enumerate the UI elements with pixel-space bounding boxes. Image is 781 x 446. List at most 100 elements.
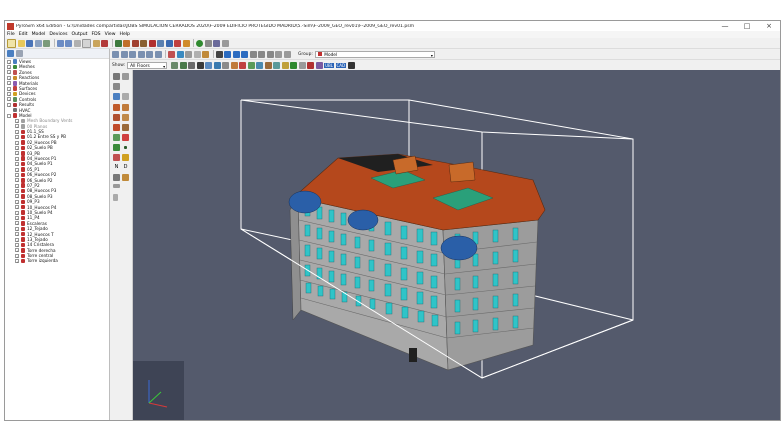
expand-toggle-icon[interactable]: + — [7, 86, 11, 92]
expand-toggle-icon[interactable]: + — [15, 216, 19, 221]
3d-viewport[interactable] — [133, 70, 780, 420]
texture-icon[interactable] — [176, 50, 184, 58]
roam-icon[interactable] — [232, 50, 240, 58]
orbit-icon[interactable] — [224, 50, 231, 58]
zoom-box-icon[interactable] — [258, 50, 265, 58]
delete-icon[interactable] — [101, 39, 108, 47]
reaction-icon[interactable] — [123, 39, 130, 47]
expand-toggle-icon[interactable]: + — [15, 242, 19, 248]
run-fds-icon[interactable] — [196, 39, 203, 47]
expand-toggle-icon[interactable]: + — [15, 210, 19, 216]
duct-tool-icon[interactable]: D — [122, 164, 129, 171]
draw-wall-icon[interactable] — [113, 114, 120, 121]
menu-model[interactable]: Model — [30, 32, 48, 37]
color-mode-icon[interactable] — [168, 50, 175, 58]
draw-fire-icon[interactable] — [113, 144, 120, 151]
select-icon[interactable] — [215, 50, 223, 58]
device-tool-icon[interactable] — [281, 61, 289, 69]
view-bottom-icon[interactable] — [154, 50, 162, 58]
view-icon[interactable] — [7, 50, 14, 57]
expand-toggle-icon[interactable]: + — [15, 140, 19, 146]
floor-icon[interactable] — [171, 61, 179, 69]
hole-icon[interactable] — [196, 61, 204, 69]
menu-output[interactable]: Output — [70, 32, 90, 37]
expand-toggle-icon[interactable]: + — [7, 70, 11, 75]
link-icon[interactable] — [315, 61, 323, 69]
draw-slab-icon[interactable] — [122, 114, 129, 121]
menu-devices[interactable]: Devices — [47, 32, 69, 37]
pencil-icon[interactable] — [239, 61, 247, 69]
cylinder-icon[interactable] — [273, 61, 281, 69]
copy-icon[interactable] — [82, 38, 91, 48]
view-right-icon[interactable] — [146, 50, 153, 58]
point-icon[interactable] — [124, 146, 127, 149]
draw-mesh-icon[interactable] — [113, 134, 120, 141]
paste-icon[interactable] — [92, 39, 100, 47]
view-left-icon[interactable] — [137, 50, 145, 58]
material-icon[interactable] — [131, 39, 139, 47]
show-icon[interactable] — [122, 93, 129, 100]
paint-icon[interactable] — [122, 174, 129, 181]
draw-sprinkler-icon[interactable] — [122, 154, 129, 161]
expand-toggle-icon[interactable]: + — [15, 172, 19, 178]
cut-icon[interactable] — [73, 39, 81, 47]
import-icon[interactable] — [43, 39, 50, 47]
expand-toggle-icon[interactable]: + — [15, 237, 19, 243]
expand-toggle-icon[interactable]: + — [15, 259, 19, 264]
expand-toggle-icon[interactable]: + — [7, 97, 11, 102]
filter-icon[interactable] — [15, 50, 23, 57]
expand-toggle-icon[interactable]: + — [7, 92, 11, 97]
expand-toggle-icon[interactable]: + — [15, 189, 19, 194]
camera-icon[interactable] — [347, 61, 355, 69]
tree-item[interactable]: + Torre izquierda — [7, 258, 109, 264]
expand-toggle-icon[interactable]: + — [15, 183, 19, 189]
redo-icon[interactable] — [65, 39, 72, 47]
reset-view-icon[interactable] — [275, 50, 282, 58]
expand-toggle-icon[interactable]: + — [15, 194, 19, 199]
expand-toggle-icon[interactable]: + — [15, 178, 19, 183]
fit-view-icon[interactable] — [266, 50, 274, 58]
menu-view[interactable]: View — [103, 32, 118, 37]
minimize-button[interactable]: — — [714, 21, 736, 31]
sketch-icon[interactable] — [230, 61, 238, 69]
expand-toggle-icon[interactable]: + — [15, 124, 19, 129]
device-icon[interactable] — [157, 39, 164, 47]
expand-toggle-icon[interactable]: + — [7, 59, 11, 65]
expand-toggle-icon[interactable]: + — [15, 199, 19, 205]
expand-toggle-icon[interactable]: + — [15, 232, 19, 237]
undo-icon[interactable] — [56, 39, 64, 47]
expand-toggle-icon[interactable]: + — [15, 205, 19, 210]
save-icon[interactable] — [26, 39, 33, 47]
menu-edit[interactable]: Edit — [17, 32, 30, 37]
maximize-button[interactable]: □ — [736, 21, 758, 31]
grid-icon[interactable] — [283, 50, 291, 58]
group-dropdown[interactable]: Model ▾ — [314, 50, 435, 58]
node-icon[interactable] — [307, 61, 315, 69]
slab-icon[interactable] — [179, 61, 187, 69]
floor-dropdown[interactable]: All Floors ▾ — [127, 61, 168, 69]
mesh-icon[interactable] — [114, 39, 122, 47]
draw-room-icon[interactable] — [113, 124, 120, 131]
expand-toggle-icon[interactable]: + — [15, 129, 19, 135]
expand-toggle-icon[interactable]: + — [15, 162, 19, 167]
room-icon[interactable] — [213, 61, 221, 69]
menu-fds[interactable]: FDS — [89, 32, 102, 37]
pipe-icon[interactable] — [113, 174, 120, 181]
results-icon[interactable] — [213, 39, 220, 47]
node-tool-icon[interactable]: N — [113, 164, 120, 171]
expand-toggle-icon[interactable]: + — [15, 253, 19, 259]
expand-toggle-icon[interactable]: + — [7, 102, 11, 108]
expand-toggle-icon[interactable]: + — [15, 248, 19, 253]
view-back-icon[interactable] — [129, 50, 136, 58]
draw-device-icon[interactable] — [113, 154, 120, 161]
expand-toggle-icon[interactable]: + — [15, 156, 19, 162]
save-as-icon[interactable] — [34, 39, 42, 47]
expand-toggle-icon[interactable]: + — [7, 65, 11, 70]
copy-move-icon[interactable] — [122, 73, 129, 80]
vent-tool-icon[interactable] — [205, 61, 213, 69]
hvac-icon[interactable] — [174, 39, 181, 47]
expand-toggle-icon[interactable]: + — [15, 151, 19, 156]
measure-icon[interactable] — [298, 61, 306, 69]
control-icon[interactable] — [165, 39, 173, 47]
fire-icon[interactable] — [182, 39, 190, 47]
